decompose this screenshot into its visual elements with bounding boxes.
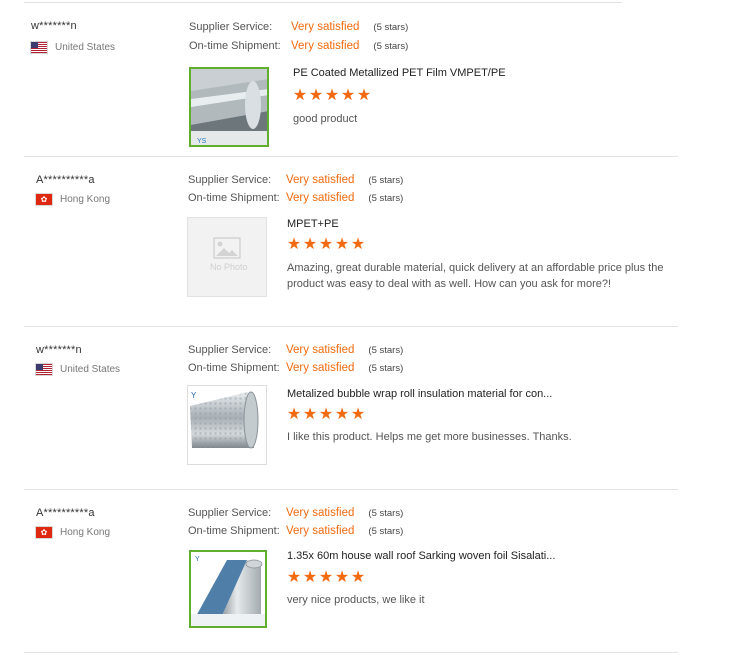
- star-icon: ★: [292, 87, 308, 104]
- review-item: A**********a ✿ Hong Kong Supplier Servic…: [24, 157, 678, 327]
- product-title-link[interactable]: MPET+PE: [287, 218, 339, 230]
- reviewer-name: A**********a: [36, 507, 95, 519]
- bubble-foil-roll-image: Y: [190, 391, 259, 449]
- product-star-rating: ★ ★ ★ ★ ★: [286, 570, 366, 586]
- product-title-link[interactable]: 1.35x 60m house wall roof Sarking woven …: [287, 550, 555, 562]
- us-flag-icon: [31, 42, 47, 53]
- svg-text:Y​S: Y​S: [197, 138, 207, 145]
- product-star-rating: ★ ★ ★ ★ ★: [286, 407, 366, 423]
- review-divider: [24, 652, 678, 653]
- woven-foil-roll-image: Y: [191, 556, 265, 626]
- star-icon: ★: [286, 406, 302, 423]
- supplier-service-rating: Supplier Service: Very satisfied (5 star…: [189, 21, 409, 33]
- product-thumbnail[interactable]: Y: [187, 385, 267, 465]
- star-icon: ★: [286, 236, 302, 253]
- star-icon: ★: [286, 569, 302, 586]
- shipment-rating: On-time Shipment: Very satisfied (5 star…: [188, 525, 404, 537]
- star-icon: ★: [318, 406, 334, 423]
- star-icon: ★: [334, 569, 350, 586]
- review-comment: Amazing, great durable material, quick d…: [287, 262, 664, 290]
- star-icon: ★: [302, 569, 318, 586]
- star-icon: ★: [340, 87, 356, 104]
- reviewer-country: ✿ Hong Kong: [36, 527, 110, 538]
- product-title-link[interactable]: Metalized bubble wrap roll insulation ma…: [287, 388, 552, 400]
- shipment-rating: On-time Shipment: Very satisfied (5 star…: [189, 40, 409, 52]
- country-label: United States: [60, 364, 121, 375]
- reviewer-country: ✿ Hong Kong: [36, 194, 110, 205]
- reviewer-name: A**********a: [36, 174, 95, 186]
- hk-flag-icon: ✿: [36, 527, 52, 538]
- supplier-service-rating: Supplier Service: Very satisfied (5 star…: [188, 507, 404, 519]
- star-icon: ★: [334, 406, 350, 423]
- product-title-link[interactable]: PE Coated Metallized PET Film VMPET/PE: [293, 67, 506, 79]
- star-icon: ★: [356, 87, 372, 104]
- svg-text:Y: Y: [191, 391, 197, 400]
- review-comment: I like this product. Helps me get more b…: [287, 431, 572, 443]
- star-icon: ★: [324, 87, 340, 104]
- product-thumbnail[interactable]: Y​S: [189, 67, 269, 147]
- review-item: w*******n United States Supplier Service…: [24, 0, 678, 157]
- star-icon: ★: [350, 569, 366, 586]
- product-thumbnail[interactable]: Y: [189, 550, 267, 628]
- star-icon: ★: [334, 236, 350, 253]
- shipment-rating: On-time Shipment: Very satisfied (5 star…: [188, 192, 404, 204]
- star-icon: ★: [302, 406, 318, 423]
- product-star-rating: ★ ★ ★ ★ ★: [292, 88, 372, 104]
- svg-text:Y: Y: [195, 556, 200, 563]
- star-icon: ★: [350, 406, 366, 423]
- supplier-service-rating: Supplier Service: Very satisfied (5 star…: [188, 344, 404, 356]
- star-icon: ★: [302, 236, 318, 253]
- star-icon: ★: [318, 236, 334, 253]
- no-photo-label: No Photo: [210, 262, 248, 272]
- film-roll-image: Y​S: [191, 69, 267, 145]
- review-item: w*******n United States Supplier Service…: [24, 327, 678, 490]
- hk-flag-icon: ✿: [36, 194, 52, 205]
- no-photo-icon: [213, 237, 241, 259]
- star-icon: ★: [350, 236, 366, 253]
- review-comment: good product: [293, 113, 358, 125]
- us-flag-icon: [36, 364, 52, 375]
- product-thumbnail[interactable]: No Photo: [187, 217, 267, 297]
- country-label: United States: [55, 42, 116, 53]
- review-comment: very nice products, we like it: [287, 594, 425, 606]
- reviewer-name: w*******n: [31, 20, 77, 32]
- reviewer-country: United States: [31, 42, 115, 53]
- reviewer-name: w*******n: [36, 344, 82, 356]
- product-star-rating: ★ ★ ★ ★ ★: [286, 237, 366, 253]
- reviewer-country: United States: [36, 364, 120, 375]
- star-icon: ★: [318, 569, 334, 586]
- country-label: Hong Kong: [60, 194, 111, 205]
- shipment-rating: On-time Shipment: Very satisfied (5 star…: [188, 362, 404, 374]
- review-item: A**********a ✿ Hong Kong Supplier Servic…: [24, 490, 678, 653]
- country-label: Hong Kong: [60, 527, 111, 538]
- star-icon: ★: [308, 87, 324, 104]
- supplier-service-rating: Supplier Service: Very satisfied (5 star…: [188, 174, 404, 186]
